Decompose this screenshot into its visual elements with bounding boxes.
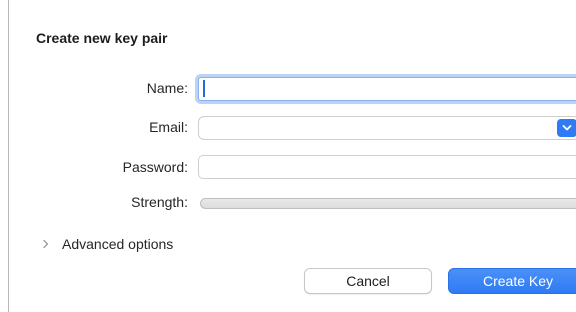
chevron-right-icon (43, 239, 49, 249)
name-input[interactable] (198, 77, 576, 101)
password-input[interactable] (198, 155, 576, 179)
email-label: Email: (149, 119, 188, 135)
chevron-down-icon (562, 125, 572, 131)
create-key-button[interactable]: Create Key (448, 268, 576, 294)
advanced-options-disclosure[interactable]: Advanced options (40, 234, 173, 254)
password-label: Password: (122, 159, 188, 175)
password-strength-meter (200, 198, 576, 209)
name-label: Name: (146, 80, 188, 96)
strength-label: Strength: (131, 194, 188, 210)
dialog-title: Create new key pair (36, 30, 168, 46)
advanced-options-label: Advanced options (62, 236, 174, 252)
text-cursor (203, 80, 205, 97)
email-combo-field[interactable] (198, 116, 576, 140)
cancel-button[interactable]: Cancel (304, 268, 432, 294)
window-edge (8, 0, 9, 312)
email-dropdown-button[interactable] (557, 119, 576, 137)
